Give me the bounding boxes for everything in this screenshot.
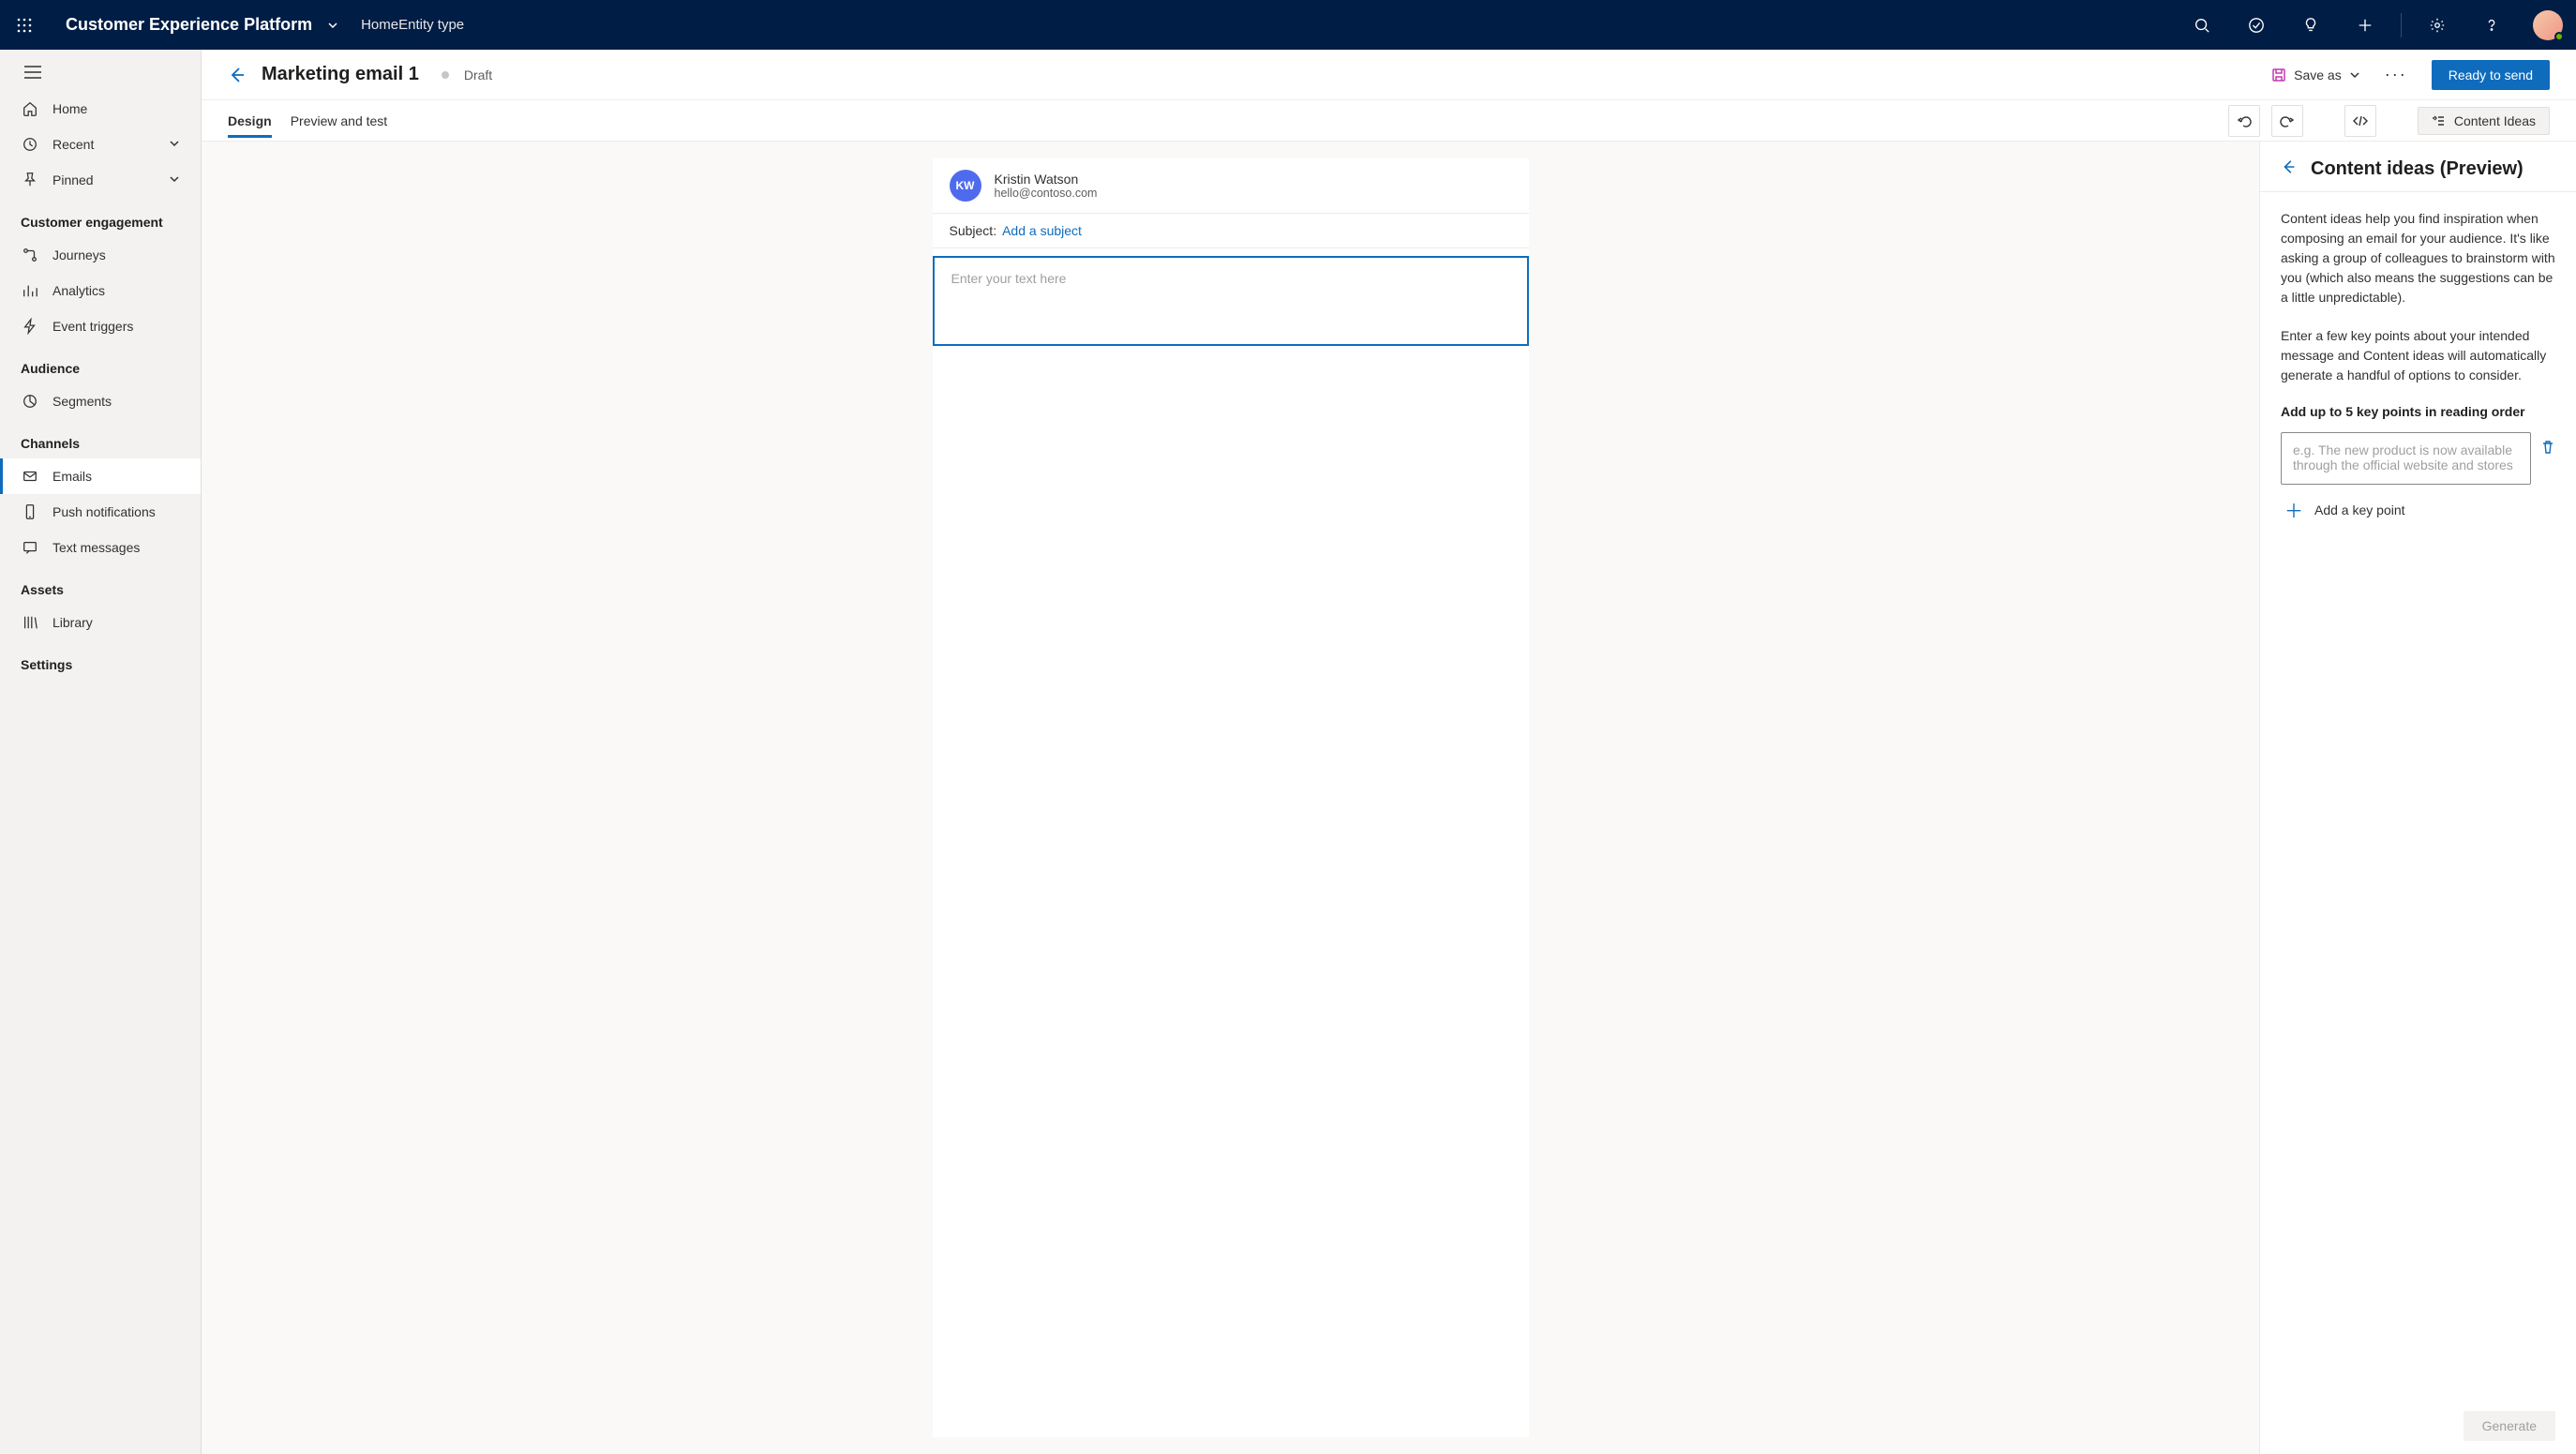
panel-title: Content ideas (Preview) bbox=[2311, 158, 2524, 180]
pin-icon bbox=[21, 171, 39, 189]
sidebar-section-settings: Settings bbox=[0, 640, 201, 680]
nav-label: Segments bbox=[52, 394, 112, 409]
email-card: KW Kristin Watson hello@contoso.com Subj… bbox=[933, 158, 1529, 1437]
save-as-label: Save as bbox=[2294, 67, 2342, 82]
settings-gear-icon[interactable] bbox=[2415, 3, 2460, 48]
add-keypoint-label: Add a key point bbox=[2314, 502, 2405, 517]
nav-label: Recent bbox=[52, 137, 94, 152]
sidebar-section-channels: Channels bbox=[0, 419, 201, 458]
page-title: Marketing email 1 bbox=[262, 64, 419, 85]
sidebar-item-analytics[interactable]: Analytics bbox=[0, 273, 201, 308]
search-icon[interactable] bbox=[2179, 3, 2224, 48]
delete-keypoint-icon[interactable] bbox=[2540, 432, 2555, 459]
nav-label: Text messages bbox=[52, 540, 140, 555]
chevron-down-icon bbox=[169, 137, 180, 152]
tab-preview-test[interactable]: Preview and test bbox=[291, 104, 388, 138]
library-icon bbox=[21, 613, 39, 632]
keypoints-heading: Add up to 5 key points in reading order bbox=[2281, 404, 2555, 419]
canvas: KW Kristin Watson hello@contoso.com Subj… bbox=[202, 142, 2259, 1454]
app-launcher-icon[interactable] bbox=[13, 14, 36, 37]
page-header: Marketing email 1 Draft Save as ··· Read… bbox=[202, 50, 2576, 100]
breadcrumb-item[interactable]: Home bbox=[361, 17, 398, 33]
nav-label: Library bbox=[52, 615, 93, 630]
html-view-icon[interactable] bbox=[2344, 105, 2376, 137]
segment-icon bbox=[21, 392, 39, 411]
sidebar-item-home[interactable]: Home bbox=[0, 91, 201, 127]
global-header: Customer Experience Platform HomeEntity … bbox=[0, 0, 2576, 50]
chevron-down-icon bbox=[169, 172, 180, 187]
task-check-icon[interactable] bbox=[2234, 3, 2279, 48]
sidebar-item-push-notifications[interactable]: Push notifications bbox=[0, 494, 201, 530]
nav-label: Emails bbox=[52, 469, 92, 484]
sidebar-item-text-messages[interactable]: Text messages bbox=[0, 530, 201, 565]
sidebar-section-assets: Assets bbox=[0, 565, 201, 605]
app-title[interactable]: Customer Experience Platform bbox=[66, 15, 312, 35]
app-switcher-chevron-icon[interactable] bbox=[327, 20, 338, 31]
nav-label: Pinned bbox=[52, 172, 94, 187]
subject-row: Subject: Add a subject bbox=[933, 213, 1529, 248]
email-body-input[interactable]: Enter your text here bbox=[933, 256, 1529, 346]
panel-description-1: Content ideas help you find inspiration … bbox=[2281, 209, 2555, 307]
subject-label: Subject: bbox=[950, 223, 997, 238]
ready-to-send-button[interactable]: Ready to send bbox=[2432, 60, 2550, 90]
sidebar-item-library[interactable]: Library bbox=[0, 605, 201, 640]
from-row: KW Kristin Watson hello@contoso.com bbox=[933, 158, 1529, 213]
breadcrumb: HomeEntity type bbox=[361, 17, 464, 33]
clock-icon bbox=[21, 135, 39, 154]
sidebar-item-recent[interactable]: Recent bbox=[0, 127, 201, 162]
more-actions-icon[interactable]: ··· bbox=[2375, 65, 2417, 84]
sidebar-section-audience: Audience bbox=[0, 344, 201, 383]
redo-icon[interactable] bbox=[2271, 105, 2303, 137]
sidebar-item-segments[interactable]: Segments bbox=[0, 383, 201, 419]
add-keypoint-button[interactable]: ＋ Add a key point bbox=[2281, 485, 2555, 534]
content-ideas-button[interactable]: Content Ideas bbox=[2418, 107, 2550, 135]
route-icon bbox=[21, 246, 39, 264]
header-divider bbox=[2401, 13, 2402, 37]
sidebar-item-pinned[interactable]: Pinned bbox=[0, 162, 201, 198]
add-icon[interactable] bbox=[2343, 3, 2388, 48]
keypoint-input[interactable] bbox=[2281, 432, 2531, 485]
sidebar-item-emails[interactable]: Emails bbox=[0, 458, 201, 494]
analytics-icon bbox=[21, 281, 39, 300]
add-subject-link[interactable]: Add a subject bbox=[1002, 223, 1082, 238]
nav-label: Event triggers bbox=[52, 319, 133, 334]
plus-icon: ＋ bbox=[2284, 496, 2303, 523]
sidebar: Home Recent Pinned Customer engagement Jour… bbox=[0, 50, 202, 1454]
nav-label: Push notifications bbox=[52, 504, 156, 519]
sidebar-section-customer-engagement: Customer engagement bbox=[0, 198, 201, 237]
sidebar-item-event-triggers[interactable]: Event triggers bbox=[0, 308, 201, 344]
lightbulb-icon[interactable] bbox=[2288, 3, 2333, 48]
nav-label: Journeys bbox=[52, 247, 106, 262]
save-as-button[interactable]: Save as bbox=[2271, 67, 2360, 82]
user-avatar[interactable] bbox=[2533, 10, 2563, 40]
mail-icon bbox=[21, 467, 39, 486]
sidebar-item-journeys[interactable]: Journeys bbox=[0, 237, 201, 273]
phone-icon bbox=[21, 502, 39, 521]
bolt-icon bbox=[21, 317, 39, 336]
breadcrumb-item[interactable]: Entity type bbox=[398, 17, 464, 33]
undo-icon[interactable] bbox=[2228, 105, 2260, 137]
presence-indicator bbox=[2554, 32, 2564, 41]
status-text: Draft bbox=[464, 67, 492, 82]
content-ideas-panel: Content ideas (Preview) Content ideas he… bbox=[2259, 142, 2576, 1454]
content-ideas-label: Content Ideas bbox=[2454, 113, 2536, 128]
home-icon bbox=[21, 99, 39, 118]
tab-row: Design Preview and test Content Ideas bbox=[202, 100, 2576, 142]
help-icon[interactable] bbox=[2469, 3, 2514, 48]
sender-email: hello@contoso.com bbox=[995, 187, 1098, 200]
sender-avatar: KW bbox=[950, 170, 981, 202]
tab-design[interactable]: Design bbox=[228, 104, 272, 138]
sender-name: Kristin Watson bbox=[995, 172, 1098, 187]
sidebar-collapse-toggle[interactable] bbox=[0, 53, 201, 91]
nav-label: Home bbox=[52, 101, 87, 116]
status-dot-icon bbox=[442, 71, 449, 79]
sms-icon bbox=[21, 538, 39, 557]
nav-label: Analytics bbox=[52, 283, 105, 298]
main-area: Marketing email 1 Draft Save as ··· Read… bbox=[202, 50, 2576, 1454]
generate-button[interactable]: Generate bbox=[2464, 1411, 2555, 1441]
back-arrow-icon[interactable] bbox=[228, 66, 247, 84]
panel-back-icon[interactable] bbox=[2281, 158, 2298, 180]
panel-description-2: Enter a few key points about your intend… bbox=[2281, 326, 2555, 385]
